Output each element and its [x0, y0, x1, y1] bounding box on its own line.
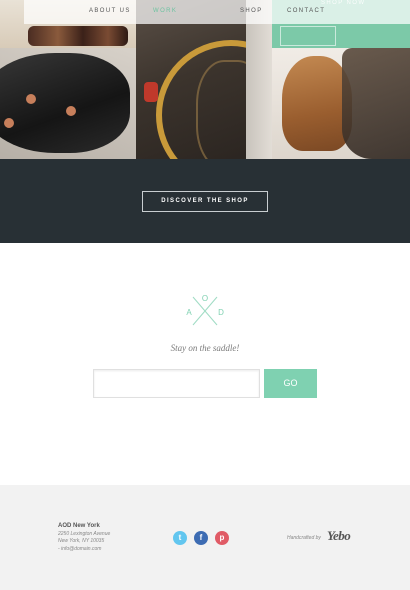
top-navigation: ABOUT US WORK SHOP CONTACT SHOP NOW [24, 0, 410, 24]
aod-logo: O A D [185, 293, 225, 326]
nav-item-contact[interactable]: CONTACT [287, 8, 325, 14]
hero-photo-black-saddle [0, 48, 136, 159]
nav-item-work[interactable]: WORK [153, 8, 177, 14]
rivet [66, 106, 76, 116]
yebo-logo-link[interactable]: Yebo [327, 528, 351, 544]
newsletter-email-input[interactable] [93, 369, 260, 398]
newsletter-go-button[interactable]: GO [264, 369, 317, 398]
logo-letter-a: A [186, 308, 192, 317]
footer-address: AOD New York 2250 Lexington Avenue New Y… [58, 523, 110, 553]
nav-item-shop-now[interactable]: SHOP NOW [321, 0, 365, 6]
footer-address-line1: 2250 Lexington Avenue [58, 530, 111, 537]
twitter-icon[interactable]: t [173, 531, 187, 545]
hero-photo-brown-saddle [272, 48, 410, 159]
discover-shop-button[interactable]: DISCOVER THE SHOP [142, 191, 268, 212]
overlay-frame [280, 26, 336, 46]
footer-email[interactable]: - info@domain.com [58, 546, 110, 554]
black-saddle-shape [0, 53, 130, 153]
nav-item-about-us[interactable]: ABOUT US [89, 8, 131, 14]
leather-strap-shape [342, 48, 410, 159]
rivet [4, 118, 14, 128]
pinterest-icon[interactable]: p [215, 531, 229, 545]
nav-item-shop[interactable]: SHOP [240, 8, 263, 14]
footer-org-name: AOD New York [58, 523, 100, 529]
logo-letter-o: O [202, 294, 208, 303]
handcrafted-label: Handcrafted by [287, 535, 321, 541]
bike-light-shape [144, 82, 158, 102]
rivet [26, 94, 36, 104]
facebook-icon[interactable]: f [194, 531, 208, 545]
logo-letter-d: D [218, 308, 224, 317]
leather-bag-shape [28, 26, 128, 46]
footer-address-line2: New York, NY 10035 [58, 538, 105, 544]
newsletter-tagline: Stay on the saddle! [170, 343, 240, 353]
